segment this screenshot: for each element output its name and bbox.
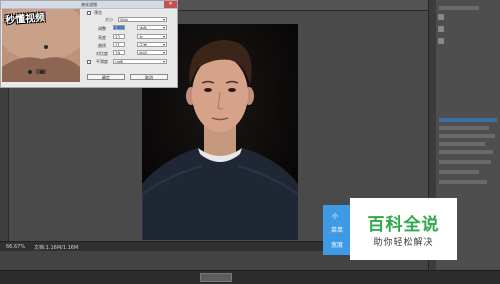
smooth-select[interactable]: 边缘: [113, 59, 167, 64]
brand-title: 百科全说: [367, 215, 440, 235]
label-size: 大小: [105, 17, 113, 22]
overlay-line: 小: [332, 213, 339, 220]
cancel-button[interactable]: 取消: [130, 74, 168, 80]
taskbar-item[interactable]: [200, 273, 232, 282]
dialog-titlebar[interactable]: 液化滤镜 ✕: [1, 1, 177, 9]
panel-icon[interactable]: [438, 38, 444, 44]
document-info: 文档:1.16M/1.16M: [34, 245, 79, 251]
label-brightness: 亮度: [98, 35, 106, 40]
overlay-line: 宽度: [331, 242, 344, 249]
tools-panel[interactable]: [0, 88, 9, 243]
panel-row: [439, 150, 493, 154]
label-smooth: 平滑度: [96, 59, 108, 64]
contrast-input[interactable]: 19: [113, 50, 125, 55]
zoom-level[interactable]: 66.67%: [6, 244, 25, 250]
contrast-select[interactable]: 中间: [137, 50, 167, 55]
panel-header: [439, 6, 479, 10]
option-checkbox[interactable]: [87, 60, 91, 64]
panel-row: [439, 160, 491, 164]
panel-icon[interactable]: [438, 14, 444, 20]
label-curve: 曲线: [98, 43, 106, 48]
preview-checkbox[interactable]: [87, 11, 91, 15]
curve-select[interactable]: 正常: [137, 42, 167, 47]
label-preview: 预览: [94, 10, 102, 15]
adjust-input[interactable]: 1: [113, 25, 125, 30]
liquify-dialog: 液化滤镜 ✕ 秒懂视频 预览 大小 调整 亮度 曲线 对比度 平滑度 居中 1 …: [0, 0, 178, 88]
close-icon[interactable]: ✕: [164, 1, 177, 8]
dialog-title: 液化滤镜: [81, 2, 97, 7]
watermark-logo: 秒懂视频: [4, 12, 46, 27]
curve-input[interactable]: 11: [113, 42, 125, 47]
overlay-line: 菜单: [331, 227, 344, 234]
brand-subtitle: 助你轻松解决: [373, 238, 434, 248]
subtitle-overlay: 小 菜单 宽度: [323, 205, 351, 255]
adjust-select[interactable]: 浅色: [137, 25, 167, 30]
panel-icon[interactable]: [438, 26, 444, 32]
size-select[interactable]: 居中: [118, 17, 167, 22]
panel-row: [439, 134, 495, 138]
taskbar: [0, 270, 500, 284]
brightness-input[interactable]: 12: [113, 34, 125, 39]
brand-badge: 百科全说 助你轻松解决: [350, 198, 457, 260]
label-contrast: 对比度: [96, 51, 108, 56]
ok-button[interactable]: 确定: [87, 74, 125, 80]
panel-row: [439, 126, 489, 130]
panel-row: [439, 142, 485, 146]
panel-row: [439, 180, 487, 184]
panel-row: [439, 170, 479, 174]
label-adjust: 调整: [98, 26, 106, 31]
brightness-select[interactable]: 左: [137, 34, 167, 39]
panel-tab-active[interactable]: [439, 118, 497, 122]
